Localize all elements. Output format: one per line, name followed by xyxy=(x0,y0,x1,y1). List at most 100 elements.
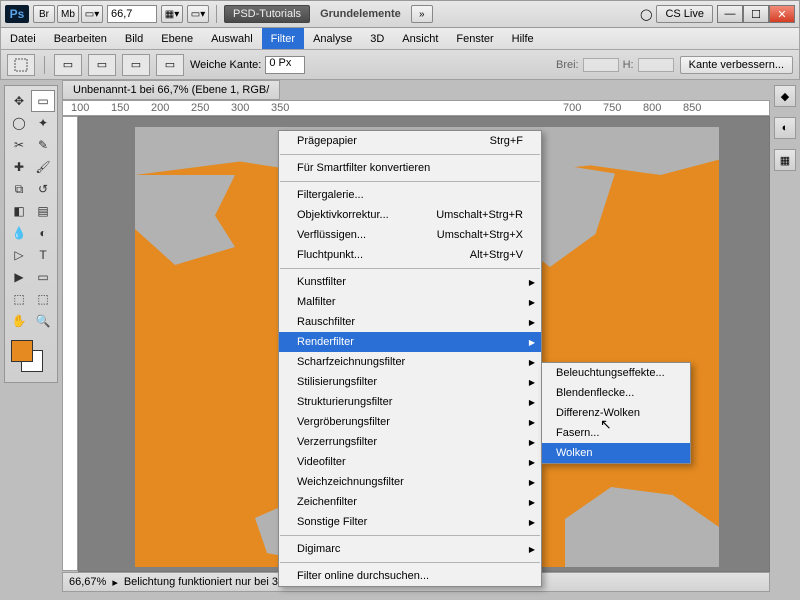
window-maximize-button[interactable]: ☐ xyxy=(743,5,769,23)
screen-mode-icon[interactable]: ▭▾ xyxy=(81,5,103,23)
menu-datei[interactable]: Datei xyxy=(1,28,45,49)
menu-item-objektivkorrektur-[interactable]: Objektivkorrektur...Umschalt+Strg+R xyxy=(279,205,541,225)
menu-item-kunstfilter[interactable]: Kunstfilter▶ xyxy=(279,272,541,292)
options-bar: ▭ ▭ ▭ ▭ Weiche Kante: 0 Px Brei: H: Kant… xyxy=(0,50,800,80)
submenu-item-beleuchtungseffekte-[interactable]: Beleuchtungseffekte... xyxy=(542,363,690,383)
submenu-item-blendenflecke-[interactable]: Blendenflecke... xyxy=(542,383,690,403)
cs-live-button[interactable]: CS Live xyxy=(656,5,713,23)
view-extras-icon[interactable]: ▦▾ xyxy=(161,5,183,23)
document-tab[interactable]: Unbenannt-1 bei 66,7% (Ebene 1, RGB/ xyxy=(62,80,280,100)
right-panel-strip: ◆ ◐ ▦ xyxy=(773,85,797,171)
minibridge-icon[interactable]: Mb xyxy=(57,5,79,23)
selection-intersect-icon[interactable]: ▭ xyxy=(156,54,184,76)
dodge-tool-icon[interactable]: ◐ xyxy=(31,222,55,244)
menu-item-videofilter[interactable]: Videofilter▶ xyxy=(279,452,541,472)
width-label: Brei: xyxy=(556,59,579,71)
submenu-item-fasern-[interactable]: Fasern... xyxy=(542,423,690,443)
channels-panel-icon[interactable]: ▦ xyxy=(774,149,796,171)
window-close-button[interactable]: ✕ xyxy=(769,5,795,23)
ruler-mark: 700 xyxy=(563,102,581,114)
menu-item-vergr-berungsfilter[interactable]: Vergröberungsfilter▶ xyxy=(279,412,541,432)
horizontal-ruler: 100150200250300350700750800850 xyxy=(62,100,770,116)
menu-item-stilisierungsfilter[interactable]: Stilisierungsfilter▶ xyxy=(279,372,541,392)
feather-input[interactable]: 0 Px xyxy=(265,56,305,74)
menu-item-fluchtpunkt-[interactable]: Fluchtpunkt...Alt+Strg+V xyxy=(279,245,541,265)
more-icon[interactable]: » xyxy=(411,5,433,23)
filter-menu-dropdown: PrägepapierStrg+F Für Smartfilter konvert… xyxy=(278,130,542,587)
marquee-tool-icon[interactable]: ▭ xyxy=(31,90,55,112)
pen-tool-icon[interactable]: ▷ xyxy=(7,244,31,266)
document-title: Grundelemente xyxy=(314,8,407,20)
eraser-tool-icon[interactable]: ◧ xyxy=(7,200,31,222)
menu-bar: DateiBearbeitenBildEbeneAuswahlFilterAna… xyxy=(0,28,800,50)
menu-item-renderfilter[interactable]: Renderfilter▶ xyxy=(279,332,541,352)
window-minimize-button[interactable]: — xyxy=(717,5,743,23)
photoshop-logo-icon: Ps xyxy=(5,5,29,23)
menu-item-verfl-ssigen-[interactable]: Verflüssigen...Umschalt+Strg+X xyxy=(279,225,541,245)
menu-3d[interactable]: 3D xyxy=(361,28,393,49)
menu-item-strukturierungsfilter[interactable]: Strukturierungsfilter▶ xyxy=(279,392,541,412)
menu-item-f-r-smartfilter-konvertieren[interactable]: Für Smartfilter konvertieren xyxy=(279,158,541,178)
menu-item-rauschfilter[interactable]: Rauschfilter▶ xyxy=(279,312,541,332)
menu-item-verzerrungsfilter[interactable]: Verzerrungsfilter▶ xyxy=(279,432,541,452)
refine-edge-button[interactable]: Kante verbessern... xyxy=(680,56,793,74)
selection-add-icon[interactable]: ▭ xyxy=(88,54,116,76)
hand-tool-icon[interactable]: ✋ xyxy=(7,310,31,332)
menu-item-filtergalerie-[interactable]: Filtergalerie... xyxy=(279,185,541,205)
menu-item-scharfzeichnungsfilter[interactable]: Scharfzeichnungsfilter▶ xyxy=(279,352,541,372)
adjustments-panel-icon[interactable]: ◐ xyxy=(774,117,796,139)
shape-tool-icon[interactable]: ▭ xyxy=(31,266,55,288)
menu-analyse[interactable]: Analyse xyxy=(304,28,361,49)
layers-panel-icon[interactable]: ◆ xyxy=(774,85,796,107)
crop-tool-icon[interactable]: ✂ xyxy=(7,134,31,156)
menu-item-pr-gepapier[interactable]: PrägepapierStrg+F xyxy=(279,131,541,151)
foreground-color-swatch[interactable] xyxy=(11,340,33,362)
brush-tool-icon[interactable]: 🖌 xyxy=(31,156,55,178)
3d-camera-icon[interactable]: ⬚ xyxy=(31,288,55,310)
type-tool-icon[interactable]: T xyxy=(31,244,55,266)
move-tool-icon[interactable]: ✥ xyxy=(7,90,31,112)
ruler-mark: 200 xyxy=(151,102,169,114)
psd-tutorials-button[interactable]: PSD-Tutorials xyxy=(224,5,310,23)
menu-bild[interactable]: Bild xyxy=(116,28,152,49)
bridge-icon[interactable]: Br xyxy=(33,5,55,23)
tool-preset-icon[interactable] xyxy=(7,54,35,76)
renderfilter-submenu: Beleuchtungseffekte...Blendenflecke...Di… xyxy=(541,362,691,464)
gradient-tool-icon[interactable]: ▤ xyxy=(31,200,55,222)
menu-item-weichzeichnungsfilter[interactable]: Weichzeichnungsfilter▶ xyxy=(279,472,541,492)
menu-ansicht[interactable]: Ansicht xyxy=(393,28,447,49)
menu-fenster[interactable]: Fenster xyxy=(447,28,502,49)
menu-bearbeiten[interactable]: Bearbeiten xyxy=(45,28,116,49)
title-bar: Ps Br Mb ▭▾ 66,7 ▦▾ ▭▾ PSD-Tutorials Gru… xyxy=(0,0,800,28)
menu-hilfe[interactable]: Hilfe xyxy=(503,28,543,49)
menu-item-zeichenfilter[interactable]: Zeichenfilter▶ xyxy=(279,492,541,512)
submenu-item-differenz-wolken[interactable]: Differenz-Wolken xyxy=(542,403,690,423)
history-brush-icon[interactable]: ↺ xyxy=(31,178,55,200)
heal-tool-icon[interactable]: ✚ xyxy=(7,156,31,178)
menu-item-filter-online-durchsuchen-[interactable]: Filter online durchsuchen... xyxy=(279,566,541,586)
zoom-level-input[interactable]: 66,7 xyxy=(107,5,157,23)
arrange-docs-icon[interactable]: ▭▾ xyxy=(187,5,209,23)
stamp-tool-icon[interactable]: ⧉ xyxy=(7,178,31,200)
menu-item-malfilter[interactable]: Malfilter▶ xyxy=(279,292,541,312)
3d-tool-icon[interactable]: ⬚ xyxy=(7,288,31,310)
wand-tool-icon[interactable]: ✦ xyxy=(31,112,55,134)
menu-item-sonstige-filter[interactable]: Sonstige Filter▶ xyxy=(279,512,541,532)
blur-tool-icon[interactable]: 💧 xyxy=(7,222,31,244)
ruler-mark: 800 xyxy=(643,102,661,114)
selection-new-icon[interactable]: ▭ xyxy=(54,54,82,76)
selection-subtract-icon[interactable]: ▭ xyxy=(122,54,150,76)
ruler-mark: 850 xyxy=(683,102,701,114)
color-swatches[interactable] xyxy=(9,338,53,372)
menu-ebene[interactable]: Ebene xyxy=(152,28,202,49)
menu-filter[interactable]: Filter xyxy=(262,28,304,49)
menu-auswahl[interactable]: Auswahl xyxy=(202,28,262,49)
cslive-icon: ◯ xyxy=(640,8,652,21)
zoom-tool-icon[interactable]: 🔍 xyxy=(31,310,55,332)
status-zoom[interactable]: 66,67% xyxy=(69,576,106,588)
path-select-icon[interactable]: ▶ xyxy=(7,266,31,288)
submenu-item-wolken[interactable]: Wolken xyxy=(542,443,690,463)
eyedropper-tool-icon[interactable]: ✎ xyxy=(31,134,55,156)
lasso-tool-icon[interactable]: ◯ xyxy=(7,112,31,134)
menu-item-digimarc[interactable]: Digimarc▶ xyxy=(279,539,541,559)
